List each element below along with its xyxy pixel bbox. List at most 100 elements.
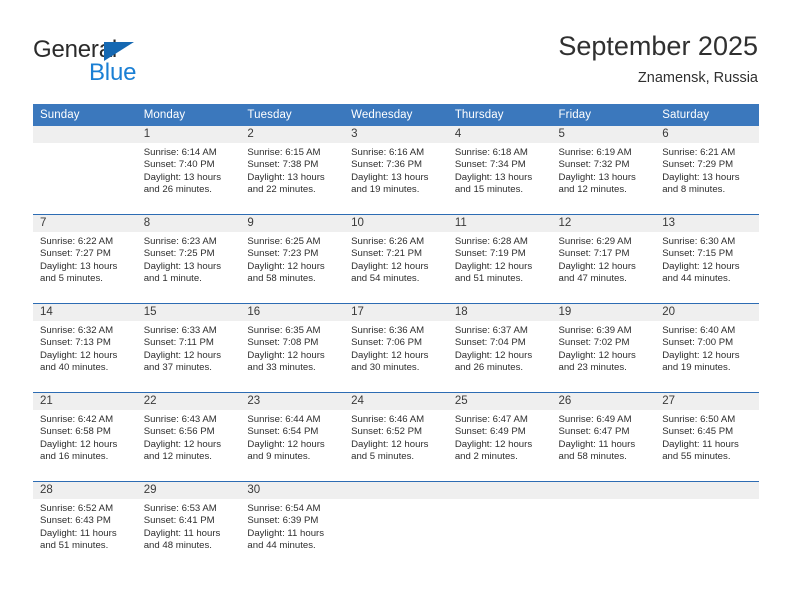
calendar-cell[interactable]: 8 Sunrise: 6:23 AM Sunset: 7:25 PM Daylight… bbox=[136, 214, 241, 304]
calendar-cell[interactable]: 15 Sunrise: 6:33 AM Sunset: 7:11 PM Dayligh… bbox=[136, 303, 241, 393]
calendar-cell[interactable]: 22 Sunrise: 6:43 AM Sunset: 6:56 PM Dayligh… bbox=[136, 392, 241, 482]
day-details: Sunrise: 6:40 AM Sunset: 7:00 PM Daylight:… bbox=[655, 321, 759, 375]
day-cell: 26 Sunrise: 6:49 AM Sunset: 6:47 PM Dayligh… bbox=[551, 393, 656, 481]
sunset-text: Sunset: 6:39 PM bbox=[247, 515, 319, 527]
calendar-cell bbox=[344, 481, 448, 570]
day-details: Sunrise: 6:15 AM Sunset: 7:38 PM Daylight:… bbox=[240, 143, 344, 197]
calendar-cell[interactable]: 23 Sunrise: 6:44 AM Sunset: 6:54 PM Dayligh… bbox=[240, 392, 345, 482]
page-header: General Blue September 2025 Znamensk, Ru… bbox=[0, 0, 792, 100]
calendar-cell[interactable]: 30 Sunrise: 6:54 AM Sunset: 6:39 PM Dayligh… bbox=[240, 481, 345, 570]
daylight-text-line2: and 30 minutes. bbox=[351, 362, 420, 374]
sunset-text: Sunset: 7:34 PM bbox=[454, 159, 526, 171]
day-number: 4 bbox=[447, 126, 552, 143]
day-details: Sunrise: 6:52 AM Sunset: 6:43 PM Daylight:… bbox=[33, 499, 137, 553]
sunset-text: Sunset: 7:27 PM bbox=[40, 248, 111, 260]
daylight-text-line1: Daylight: 12 hours bbox=[247, 438, 325, 450]
daylight-text-line1: Daylight: 12 hours bbox=[143, 349, 222, 361]
daylight-text-line2: and 19 minutes. bbox=[351, 184, 420, 196]
calendar-cell[interactable]: 25 Sunrise: 6:47 AM Sunset: 6:49 PM Dayligh… bbox=[447, 392, 552, 482]
sunrise-text: Sunrise: 6:26 AM bbox=[351, 236, 425, 247]
day-number: 12 bbox=[551, 215, 656, 232]
day-number: 1 bbox=[136, 126, 241, 143]
sunrise-text: Sunrise: 6:36 AM bbox=[351, 325, 425, 336]
calendar-cell[interactable]: 19 Sunrise: 6:39 AM Sunset: 7:02 PM Dayligh… bbox=[551, 303, 656, 393]
weekday-header-thursday: Thursday bbox=[447, 104, 552, 126]
day-details: Sunrise: 6:35 AM Sunset: 7:08 PM Daylight:… bbox=[240, 321, 344, 375]
sunset-text: Sunset: 7:08 PM bbox=[247, 337, 319, 349]
calendar-cell[interactable]: 21 Sunrise: 6:42 AM Sunset: 6:58 PM Dayligh… bbox=[33, 392, 137, 482]
day-details: Sunrise: 6:19 AM Sunset: 7:32 PM Daylight:… bbox=[552, 143, 656, 197]
calendar-cell[interactable]: 10 Sunrise: 6:26 AM Sunset: 7:21 PM Dayligh… bbox=[344, 214, 448, 304]
calendar-cell[interactable]: 4 Sunrise: 6:18 AM Sunset: 7:34 PM Daylight… bbox=[447, 126, 552, 215]
day-number: 19 bbox=[551, 304, 656, 321]
sunrise-text: Sunrise: 6:23 AM bbox=[143, 236, 217, 247]
day-details: Sunrise: 6:22 AM Sunset: 7:27 PM Daylight:… bbox=[33, 232, 137, 286]
day-cell bbox=[655, 482, 759, 570]
day-number: 25 bbox=[447, 393, 552, 410]
calendar-cell[interactable]: 20 Sunrise: 6:40 AM Sunset: 7:00 PM Dayligh… bbox=[655, 303, 759, 393]
day-details: Sunrise: 6:49 AM Sunset: 6:47 PM Daylight:… bbox=[552, 410, 656, 464]
day-cell: 13 Sunrise: 6:30 AM Sunset: 7:15 PM Dayligh… bbox=[655, 215, 759, 303]
sunset-text: Sunset: 7:25 PM bbox=[143, 248, 215, 260]
calendar-cell[interactable]: 28 Sunrise: 6:52 AM Sunset: 6:43 PM Dayligh… bbox=[33, 481, 137, 570]
calendar-week-row: 7 Sunrise: 6:22 AM Sunset: 7:27 PM Daylight… bbox=[33, 214, 759, 304]
daylight-text-line1: Daylight: 12 hours bbox=[454, 260, 533, 272]
daylight-text-line1: Daylight: 13 hours bbox=[40, 260, 118, 272]
calendar-cell[interactable]: 7 Sunrise: 6:22 AM Sunset: 7:27 PM Daylight… bbox=[33, 214, 137, 304]
day-number: 26 bbox=[551, 393, 656, 410]
daylight-text-line1: Daylight: 11 hours bbox=[662, 438, 739, 450]
calendar-cell[interactable]: 5 Sunrise: 6:19 AM Sunset: 7:32 PM Daylight… bbox=[551, 126, 656, 215]
daylight-text-line1: Daylight: 11 hours bbox=[143, 527, 221, 539]
day-details: Sunrise: 6:54 AM Sunset: 6:39 PM Daylight:… bbox=[240, 499, 344, 553]
calendar-cell[interactable]: 26 Sunrise: 6:49 AM Sunset: 6:47 PM Dayligh… bbox=[551, 392, 656, 482]
day-cell: 27 Sunrise: 6:50 AM Sunset: 6:45 PM Dayligh… bbox=[655, 393, 759, 481]
calendar-cell bbox=[33, 126, 137, 215]
daylight-text-line1: Daylight: 11 hours bbox=[558, 438, 636, 450]
calendar-cell[interactable]: 12 Sunrise: 6:29 AM Sunset: 7:17 PM Dayligh… bbox=[551, 214, 656, 304]
day-cell: 5 Sunrise: 6:19 AM Sunset: 7:32 PM Daylight… bbox=[551, 126, 656, 214]
day-cell: 6 Sunrise: 6:21 AM Sunset: 7:29 PM Daylight… bbox=[655, 126, 759, 214]
sunset-text: Sunset: 7:32 PM bbox=[558, 159, 630, 171]
daylight-text-line2: and 33 minutes. bbox=[247, 362, 316, 374]
sunrise-text: Sunrise: 6:37 AM bbox=[454, 325, 528, 336]
daylight-text-line2: and 2 minutes. bbox=[454, 451, 518, 463]
day-details: Sunrise: 6:50 AM Sunset: 6:45 PM Daylight:… bbox=[655, 410, 759, 464]
day-details: Sunrise: 6:21 AM Sunset: 7:29 PM Daylight:… bbox=[655, 143, 759, 197]
day-number: 17 bbox=[344, 304, 448, 321]
calendar-cell[interactable]: 9 Sunrise: 6:25 AM Sunset: 7:23 PM Daylight… bbox=[240, 214, 345, 304]
day-details: Sunrise: 6:23 AM Sunset: 7:25 PM Daylight:… bbox=[137, 232, 241, 286]
weekday-header-saturday: Saturday bbox=[655, 104, 759, 126]
day-cell: 11 Sunrise: 6:28 AM Sunset: 7:19 PM Dayligh… bbox=[447, 215, 552, 303]
calendar-cell[interactable]: 11 Sunrise: 6:28 AM Sunset: 7:19 PM Dayligh… bbox=[447, 214, 552, 304]
calendar-cell[interactable]: 24 Sunrise: 6:46 AM Sunset: 6:52 PM Dayligh… bbox=[344, 392, 448, 482]
calendar-cell[interactable]: 17 Sunrise: 6:36 AM Sunset: 7:06 PM Dayligh… bbox=[344, 303, 448, 393]
calendar-cell[interactable]: 3 Sunrise: 6:16 AM Sunset: 7:36 PM Daylight… bbox=[344, 126, 448, 215]
calendar-cell[interactable]: 6 Sunrise: 6:21 AM Sunset: 7:29 PM Daylight… bbox=[655, 126, 759, 215]
day-cell: 10 Sunrise: 6:26 AM Sunset: 7:21 PM Dayligh… bbox=[344, 215, 448, 303]
day-details: Sunrise: 6:25 AM Sunset: 7:23 PM Daylight:… bbox=[240, 232, 344, 286]
calendar-cell[interactable]: 27 Sunrise: 6:50 AM Sunset: 6:45 PM Dayligh… bbox=[655, 392, 759, 482]
day-cell: 17 Sunrise: 6:36 AM Sunset: 7:06 PM Dayligh… bbox=[344, 304, 448, 392]
calendar-cell[interactable]: 18 Sunrise: 6:37 AM Sunset: 7:04 PM Dayligh… bbox=[447, 303, 552, 393]
general-blue-logo[interactable]: General Blue bbox=[33, 36, 163, 86]
daylight-text-line2: and 5 minutes. bbox=[40, 273, 103, 285]
calendar-cell[interactable]: 1 Sunrise: 6:14 AM Sunset: 7:40 PM Daylight… bbox=[136, 126, 241, 215]
calendar-cell[interactable]: 16 Sunrise: 6:35 AM Sunset: 7:08 PM Dayligh… bbox=[240, 303, 345, 393]
daylight-text-line2: and 44 minutes. bbox=[662, 273, 731, 285]
title-block: September 2025 Znamensk, Russia bbox=[558, 30, 758, 88]
day-number bbox=[344, 482, 448, 499]
calendar-cell[interactable]: 14 Sunrise: 6:32 AM Sunset: 7:13 PM Dayligh… bbox=[33, 303, 137, 393]
daylight-text-line1: Daylight: 13 hours bbox=[247, 171, 325, 183]
calendar-cell[interactable]: 13 Sunrise: 6:30 AM Sunset: 7:15 PM Dayligh… bbox=[655, 214, 759, 304]
calendar-week-row: 14 Sunrise: 6:32 AM Sunset: 7:13 PM Dayligh… bbox=[33, 303, 759, 393]
calendar-cell[interactable]: 2 Sunrise: 6:15 AM Sunset: 7:38 PM Daylight… bbox=[240, 126, 345, 215]
day-number: 28 bbox=[33, 482, 137, 499]
day-cell: 25 Sunrise: 6:47 AM Sunset: 6:49 PM Dayligh… bbox=[447, 393, 552, 481]
day-cell: 20 Sunrise: 6:40 AM Sunset: 7:00 PM Dayligh… bbox=[655, 304, 759, 392]
calendar-page: General Blue September 2025 Znamensk, Ru… bbox=[0, 0, 792, 612]
sunset-text: Sunset: 7:29 PM bbox=[662, 159, 734, 171]
day-details: Sunrise: 6:46 AM Sunset: 6:52 PM Daylight:… bbox=[344, 410, 448, 464]
sunset-text: Sunset: 6:43 PM bbox=[40, 515, 111, 527]
calendar-cell[interactable]: 29 Sunrise: 6:53 AM Sunset: 6:41 PM Dayligh… bbox=[136, 481, 241, 570]
day-details: Sunrise: 6:29 AM Sunset: 7:17 PM Daylight:… bbox=[552, 232, 656, 286]
